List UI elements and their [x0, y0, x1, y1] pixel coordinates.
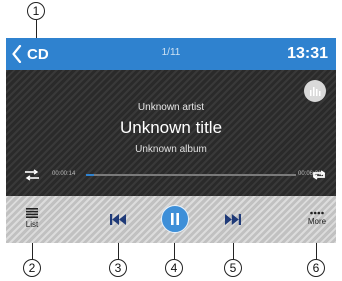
callout-2: 2: [23, 259, 41, 277]
progress-bar[interactable]: [86, 174, 296, 176]
shuffle-icon: [25, 169, 39, 181]
list-button[interactable]: List: [20, 204, 44, 232]
list-icon: [26, 207, 38, 218]
previous-track-button[interactable]: [106, 210, 130, 228]
repeat-button[interactable]: [311, 168, 327, 186]
equalizer-button[interactable]: [304, 80, 326, 102]
more-label: More: [307, 216, 327, 226]
pause-button[interactable]: [161, 205, 189, 233]
callout-4-leader: [174, 243, 175, 259]
callout-5-leader: [233, 243, 234, 259]
more-dots-icon: [310, 211, 324, 214]
list-label: List: [25, 219, 39, 229]
elapsed-time: 00:00:14: [52, 171, 76, 177]
control-bar: List More: [6, 196, 336, 243]
album-name: Unknown album: [135, 144, 207, 155]
shuffle-button[interactable]: [24, 168, 40, 186]
callout-3-leader: [118, 243, 119, 259]
callout-1: 1: [27, 2, 45, 20]
equalizer-icon: [310, 87, 321, 96]
now-playing-panel: Unknown artist Unknown title Unknown alb…: [6, 70, 336, 196]
clock: 13:31: [287, 45, 328, 62]
previous-track-icon: [110, 213, 126, 225]
callout-3: 3: [109, 259, 127, 277]
progress-fill: [86, 174, 95, 176]
pause-icon: [171, 213, 179, 225]
top-bar: CD 1/11 13:31: [6, 38, 336, 70]
repeat-icon: [312, 170, 326, 180]
next-track-button[interactable]: [221, 210, 245, 228]
artist-name: Unknown artist: [137, 102, 205, 113]
next-track-icon: [225, 213, 241, 225]
callout-6: 6: [307, 259, 325, 277]
callout-4: 4: [165, 259, 183, 277]
callout-2-leader: [32, 243, 33, 259]
callout-5: 5: [224, 259, 242, 277]
callout-6-leader: [316, 243, 317, 259]
more-button[interactable]: More: [304, 204, 330, 232]
media-player-screen: CD 1/11 13:31 Unknown artist Unknown tit…: [6, 38, 336, 243]
track-title: Unknown title: [119, 118, 223, 137]
